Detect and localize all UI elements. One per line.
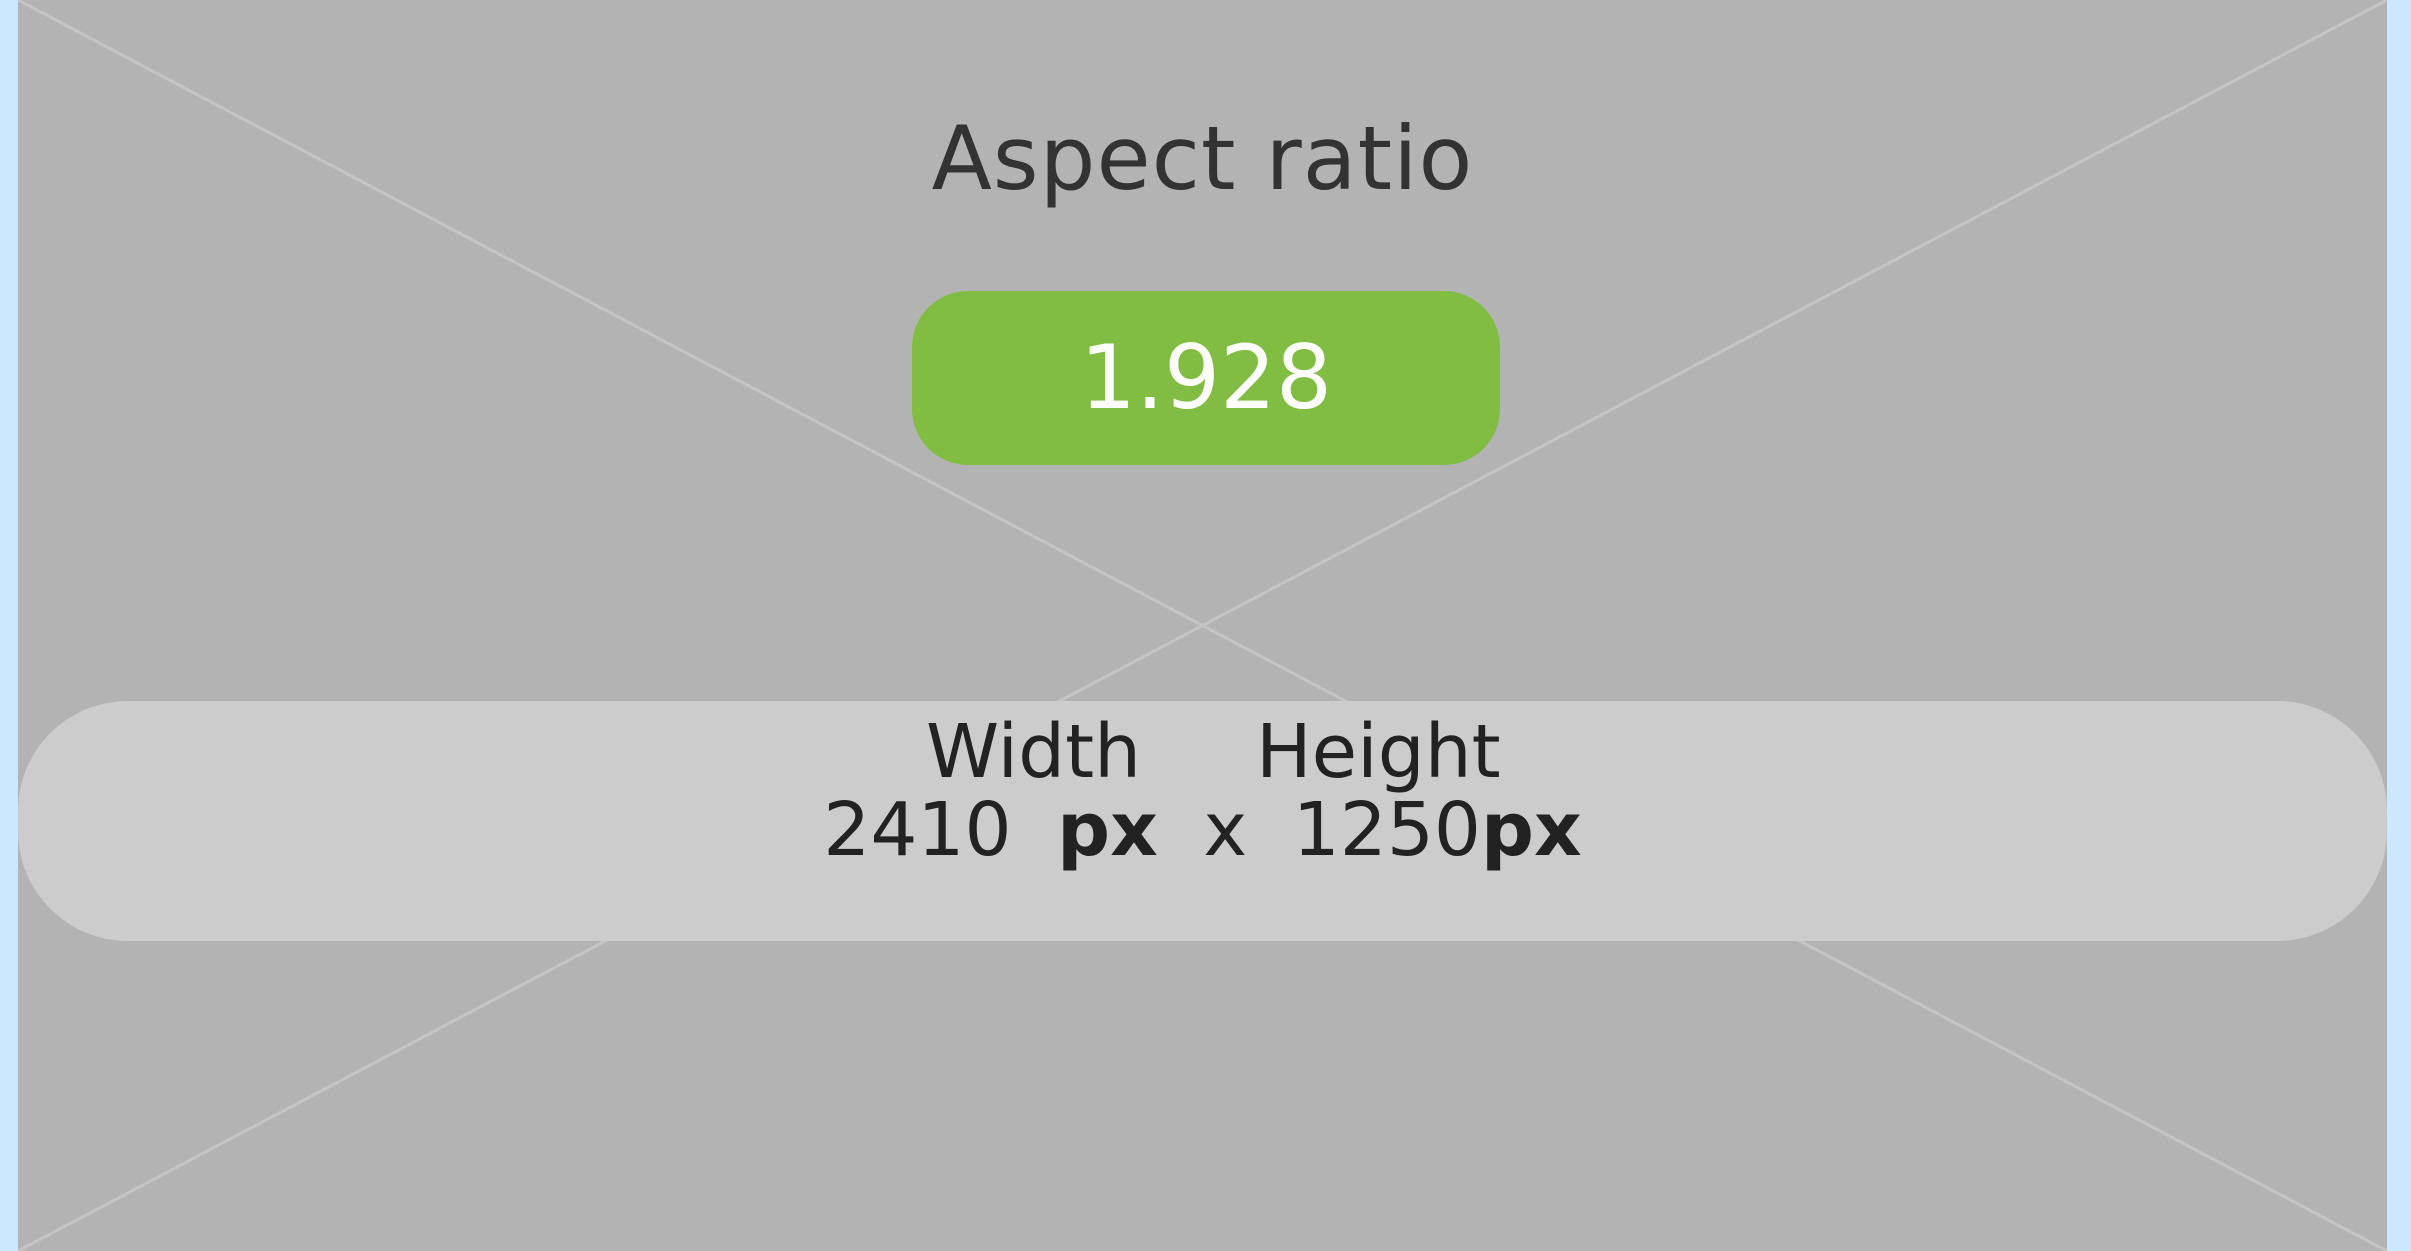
dimensions-values: 2410 px x 1250px <box>18 793 2387 867</box>
dimensions-bar: Width Height 2410 px x 1250px <box>18 701 2387 941</box>
aspect-ratio-badge: 1.928 <box>912 291 1500 465</box>
height-unit: px <box>1481 787 1582 873</box>
width-label: Width <box>926 709 1141 795</box>
page-title: Aspect ratio <box>931 107 1474 210</box>
width-value: 2410 <box>823 787 1012 873</box>
height-value: 1250 <box>1292 787 1482 873</box>
times-separator: x <box>1203 787 1248 873</box>
aspect-ratio-value: 1.928 <box>1080 326 1332 429</box>
height-label: Height <box>1256 709 1501 795</box>
width-unit: px <box>1057 787 1158 873</box>
placeholder-image: Aspect ratio 1.928 Width Height 2410 px … <box>18 0 2387 1251</box>
